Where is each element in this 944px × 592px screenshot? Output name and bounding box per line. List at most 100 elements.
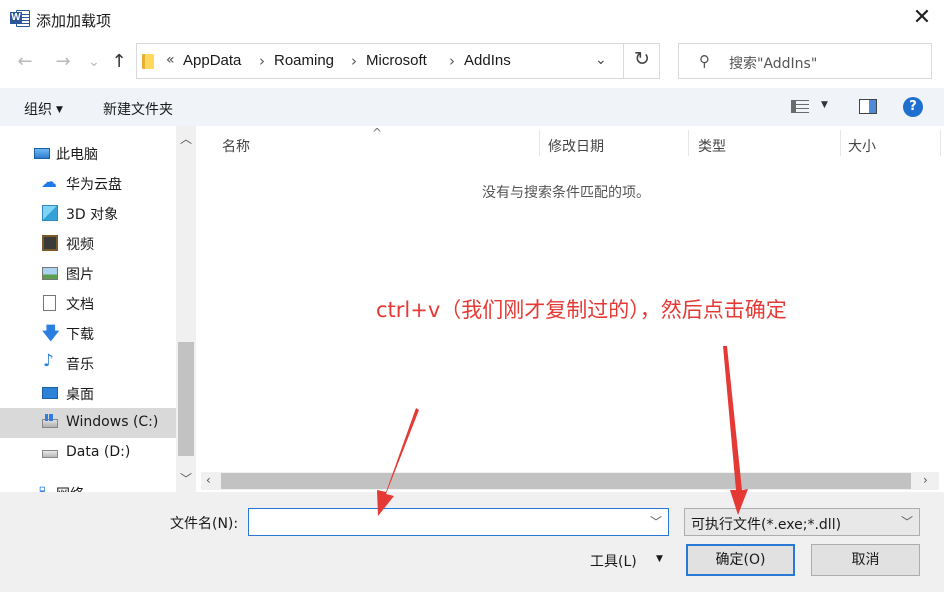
divider (539, 130, 540, 156)
sidebar-item-network[interactable]: 🖧 网络 (0, 478, 176, 492)
chevron-right-icon[interactable]: › (259, 52, 265, 70)
folder-icon (142, 54, 154, 69)
sidebar-item-label: 网络 (56, 484, 84, 492)
up-arrow-icon[interactable]: ↑ (107, 50, 131, 74)
window-title: 添加加载项 (36, 12, 112, 30)
caret-down-icon: ▼ (656, 554, 663, 564)
scroll-down-icon[interactable]: ﹀ (176, 470, 196, 487)
breadcrumb-appdata[interactable]: AppData (183, 52, 241, 69)
column-header-modified[interactable]: 修改日期 (548, 136, 604, 156)
sidebar-item-label: 桌面 (66, 387, 94, 403)
sidebar-item-label: Windows (C:) (66, 414, 159, 430)
sidebar-item-label: 下载 (66, 327, 94, 343)
overflow-chevron-icon[interactable]: « (166, 52, 175, 68)
desktop-icon (42, 387, 58, 399)
new-folder-button[interactable]: 新建文件夹 (103, 99, 173, 119)
title-bar: W 添加加载项 ✕ (0, 0, 944, 38)
filename-label: 文件名(N): (170, 516, 239, 532)
video-icon (42, 235, 58, 251)
chevron-down-icon: ﹀ (900, 515, 913, 529)
sidebar-item-this-pc[interactable]: 此电脑 (0, 138, 176, 168)
sidebar-item-music[interactable]: ♪ 音乐 (0, 348, 176, 378)
drive-icon (42, 450, 58, 458)
filetype-value: 可执行文件(*.exe;*.dll) (691, 517, 842, 533)
column-header-name[interactable]: 名称 (222, 136, 250, 156)
horizontal-scrollbar[interactable]: ‹ › (201, 472, 939, 490)
pictures-icon (42, 267, 58, 280)
scrollbar-thumb[interactable] (221, 473, 911, 489)
organize-label: 组织 (24, 102, 52, 118)
view-options-icon[interactable] (791, 100, 809, 113)
sidebar-item-data-d[interactable]: Data (D:) (0, 438, 176, 468)
filename-input[interactable]: ﹀ (248, 508, 669, 536)
chevron-right-icon[interactable]: › (351, 52, 357, 70)
empty-folder-message: 没有与搜索条件匹配的项。 (482, 185, 650, 201)
breadcrumb-roaming[interactable]: Roaming (274, 52, 334, 69)
column-header-size[interactable]: 大小 (848, 136, 876, 156)
ok-button[interactable]: 确定(O) (686, 544, 795, 576)
organize-button[interactable]: 组织 ▼ (24, 99, 63, 119)
address-dropdown-icon[interactable]: ⌄ (595, 52, 607, 68)
search-placeholder: 搜索"AddIns" (729, 56, 818, 72)
scroll-right-icon[interactable]: › (923, 473, 928, 487)
document-icon (43, 295, 56, 311)
cube-3d-icon (42, 205, 58, 221)
close-button[interactable]: ✕ (900, 0, 944, 38)
network-icon: 🖧 (34, 485, 51, 492)
tools-label: 工具(L) (590, 554, 637, 570)
tools-menu-button[interactable]: 工具(L) ▼ (590, 551, 663, 571)
search-box[interactable]: ⚲ 搜索"AddIns" (678, 43, 932, 79)
divider (623, 44, 624, 78)
divider (840, 130, 841, 156)
filetype-select[interactable]: 可执行文件(*.exe;*.dll) ﹀ (684, 508, 920, 536)
music-icon: ♪ (43, 351, 54, 371)
address-bar[interactable]: « AppData › Roaming › Microsoft › AddIns… (136, 43, 660, 79)
sidebar-item-3d-objects[interactable]: 3D 对象 (0, 198, 176, 228)
chevron-down-icon[interactable]: ﹀ (650, 513, 662, 530)
sidebar-item-label: 此电脑 (56, 147, 98, 163)
navigation-pane: 此电脑 ☁ 华为云盘 3D 对象 视频 图片 文档 🡇 下载 ♪ 音乐 桌面 W… (0, 126, 196, 492)
sidebar-item-label: 3D 对象 (66, 207, 119, 223)
scrollbar-thumb[interactable] (178, 342, 194, 456)
sidebar-item-windows-c[interactable]: Windows (C:) (0, 408, 176, 438)
scroll-left-icon[interactable]: ‹ (206, 473, 211, 487)
scroll-up-icon[interactable]: ︿ (176, 130, 196, 147)
sidebar-item-pictures[interactable]: 图片 (0, 258, 176, 288)
download-icon: 🡇 (42, 324, 60, 344)
preview-pane-icon[interactable] (859, 99, 877, 114)
sidebar-item-huawei-cloud[interactable]: ☁ 华为云盘 (0, 168, 176, 198)
sidebar-item-label: 文档 (66, 297, 94, 313)
sidebar-item-videos[interactable]: 视频 (0, 228, 176, 258)
sidebar-item-label: Data (D:) (66, 444, 131, 460)
help-icon[interactable]: ? (903, 97, 923, 117)
windows-drive-icon (42, 414, 58, 428)
sidebar-item-label: 音乐 (66, 357, 94, 373)
refresh-icon[interactable]: ↻ (634, 48, 650, 70)
caret-down-icon[interactable]: ▼ (821, 100, 828, 110)
chevron-right-icon[interactable]: › (449, 52, 455, 70)
column-header-type[interactable]: 类型 (698, 136, 726, 156)
breadcrumb-addins[interactable]: AddIns (464, 52, 511, 69)
sidebar-item-downloads[interactable]: 🡇 下载 (0, 318, 176, 348)
command-bar: 组织 ▼ 新建文件夹 ▼ ? (0, 88, 944, 126)
sidebar-item-desktop[interactable]: 桌面 (0, 378, 176, 408)
search-icon: ⚲ (699, 52, 710, 70)
cloud-icon: ☁ (41, 172, 57, 191)
forward-arrow-icon[interactable]: → (51, 50, 75, 74)
word-app-icon: W (10, 9, 31, 28)
sidebar-item-documents[interactable]: 文档 (0, 288, 176, 318)
file-list: ^ 名称 修改日期 类型 大小 没有与搜索条件匹配的项。 ctrl+v（我们刚才… (196, 126, 944, 492)
caret-down-icon: ▼ (56, 105, 63, 115)
dialog-footer: 文件名(N): ﹀ 可执行文件(*.exe;*.dll) ﹀ 工具(L) ▼ 确… (0, 492, 944, 592)
annotation-text: ctrl+v（我们刚才复制过的），然后点击确定 (376, 298, 787, 322)
back-arrow-icon[interactable]: ← (13, 50, 37, 74)
cancel-button[interactable]: 取消 (811, 544, 920, 576)
breadcrumb-microsoft[interactable]: Microsoft (366, 52, 427, 69)
navigation-bar: ← → ⌄ ↑ « AppData › Roaming › Microsoft … (0, 38, 944, 88)
sidebar-item-label: 视频 (66, 237, 94, 253)
sidebar-item-label: 华为云盘 (66, 177, 122, 193)
sidebar-scrollbar[interactable]: ︿ ﹀ (176, 126, 196, 492)
sort-caret-icon: ^ (372, 126, 383, 140)
divider (688, 130, 689, 156)
recent-locations-chevron-icon[interactable]: ⌄ (82, 50, 106, 74)
